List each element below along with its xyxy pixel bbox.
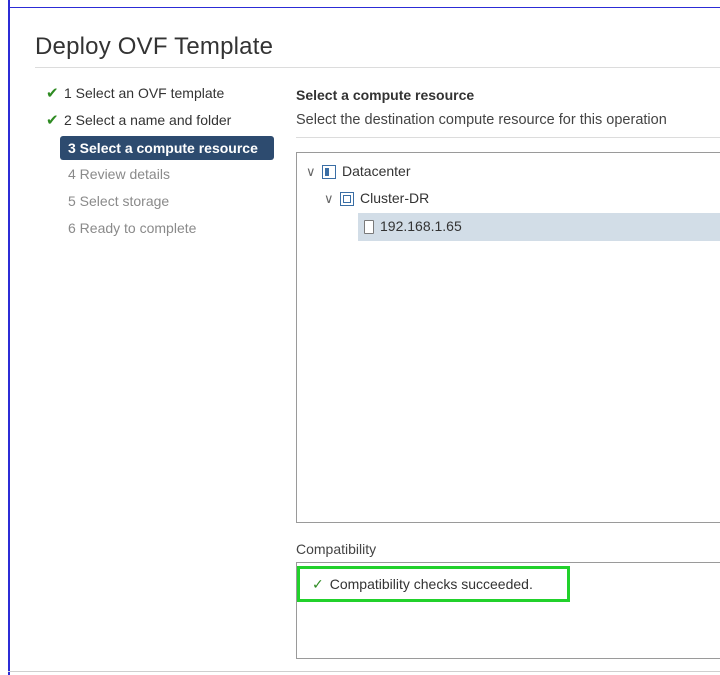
step-4-label: 4 Review details bbox=[68, 166, 170, 182]
host-label: 192.168.1.65 bbox=[380, 218, 462, 234]
compatibility-label: Compatibility bbox=[296, 541, 377, 557]
cluster-label: Cluster-DR bbox=[360, 190, 430, 206]
step-6-label: 6 Ready to complete bbox=[68, 220, 197, 236]
step-5-label: 5 Select storage bbox=[68, 193, 170, 209]
window-border-left bbox=[8, 0, 10, 675]
step-4: 4 Review details bbox=[46, 163, 170, 185]
step-3-label: 3 Select a compute resource bbox=[68, 140, 258, 156]
step-5: 5 Select storage bbox=[46, 190, 169, 212]
section-title: Select a compute resource bbox=[296, 87, 475, 103]
dialog-title: Deploy OVF Template bbox=[35, 33, 274, 60]
section-divider bbox=[296, 137, 720, 138]
step-3-active[interactable]: 3 Select a compute resource bbox=[60, 136, 274, 160]
step-6: 6 Ready to complete bbox=[46, 217, 196, 239]
step-1[interactable]: ✔ 1 Select an OVF template bbox=[46, 82, 224, 104]
step-2-label: 2 Select a name and folder bbox=[64, 112, 232, 128]
check-icon: ✔ bbox=[46, 112, 59, 129]
chevron-down-icon[interactable]: ∨ bbox=[306, 160, 322, 184]
tree-node-datacenter[interactable]: ∨ Datacenter bbox=[306, 159, 410, 183]
tree-node-host[interactable]: 192.168.1.65 bbox=[364, 214, 462, 238]
compatibility-text: Compatibility checks succeeded. bbox=[329, 576, 533, 592]
compatibility-message: ✓ Compatibility checks succeeded. bbox=[297, 566, 570, 602]
check-icon: ✓ bbox=[312, 576, 324, 592]
host-icon bbox=[364, 220, 374, 235]
title-divider bbox=[35, 67, 720, 68]
step-1-label: 1 Select an OVF template bbox=[64, 85, 225, 101]
datacenter-icon bbox=[322, 165, 336, 180]
chevron-down-icon[interactable]: ∨ bbox=[324, 187, 340, 211]
step-2[interactable]: ✔ 2 Select a name and folder bbox=[46, 109, 231, 131]
section-description: Select the destination compute resource … bbox=[296, 112, 667, 128]
tree-node-cluster[interactable]: ∨ Cluster-DR bbox=[324, 186, 429, 210]
check-icon: ✔ bbox=[46, 85, 59, 102]
bottom-divider bbox=[8, 671, 720, 672]
window-border-top bbox=[8, 7, 720, 8]
cluster-icon bbox=[340, 192, 354, 207]
datacenter-label: Datacenter bbox=[342, 163, 411, 179]
